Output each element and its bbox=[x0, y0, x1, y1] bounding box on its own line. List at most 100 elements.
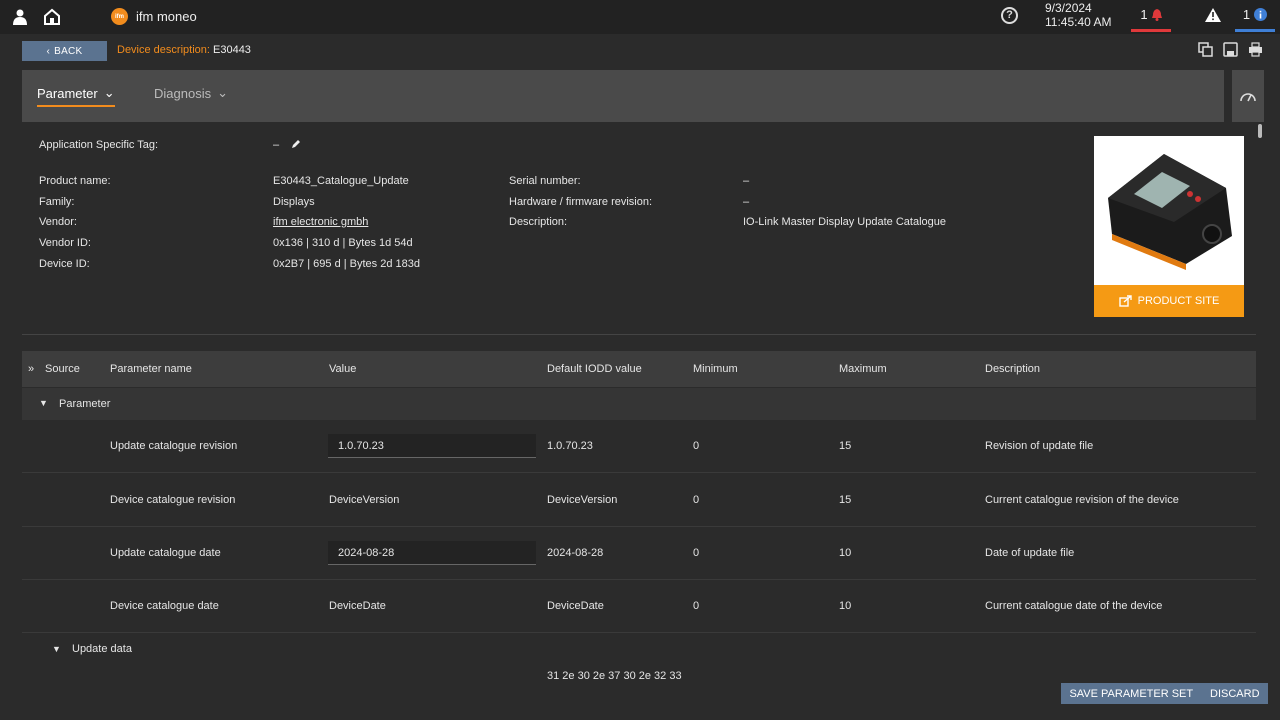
col-value[interactable]: Value bbox=[329, 363, 356, 375]
chevron-left-icon: ‹ bbox=[46, 45, 51, 57]
serial-number-value: – bbox=[743, 175, 750, 187]
device-id-label: Device ID: bbox=[39, 258, 90, 270]
caret-down-icon: ▼ bbox=[52, 644, 61, 654]
param-description: Date of update file bbox=[985, 547, 1075, 559]
table-header: » Source Parameter name Value Default IO… bbox=[22, 351, 1256, 387]
current-value: DeviceDate bbox=[329, 600, 386, 612]
expand-all-icon[interactable]: » bbox=[28, 363, 34, 375]
tab-diagnosis[interactable]: Diagnosis ⌄ bbox=[154, 85, 228, 101]
product-site-label: PRODUCT SITE bbox=[1137, 295, 1220, 307]
footer-actions: SAVE PARAMETER SET DISCARD bbox=[1061, 683, 1268, 704]
value-input[interactable] bbox=[328, 434, 536, 458]
breadcrumb-value: E30443 bbox=[213, 44, 251, 56]
col-parameter-name[interactable]: Parameter name bbox=[110, 363, 192, 375]
param-name: Update catalogue revision bbox=[110, 440, 238, 452]
hw-fw-revision-label: Hardware / firmware revision: bbox=[509, 196, 653, 208]
external-link-icon bbox=[1118, 295, 1132, 307]
back-label: BACK bbox=[54, 45, 83, 57]
info-icon bbox=[1254, 8, 1268, 21]
gauge-icon[interactable] bbox=[1232, 70, 1264, 122]
back-button[interactable]: ‹ BACK bbox=[22, 41, 107, 61]
group-label: Parameter bbox=[59, 398, 111, 410]
table-row: Update catalogue revision 1.0.70.23 0 15… bbox=[22, 420, 1256, 473]
maximum-value: 15 bbox=[839, 494, 852, 506]
app-tag-label: Application Specific Tag: bbox=[39, 139, 159, 151]
breadcrumb-label: Device description: bbox=[117, 44, 210, 56]
scroll-thumb[interactable] bbox=[1258, 124, 1262, 138]
description-value: IO-Link Master Display Update Catalogue bbox=[743, 216, 946, 228]
vendor-label: Vendor: bbox=[39, 216, 77, 228]
minimum-value: 0 bbox=[693, 494, 700, 506]
discard-button[interactable]: DISCARD bbox=[1210, 688, 1260, 700]
app-tag-value: – bbox=[273, 139, 280, 151]
col-source[interactable]: Source bbox=[45, 363, 80, 375]
toolbar bbox=[1198, 42, 1263, 57]
minimum-value: 0 bbox=[693, 600, 700, 612]
chevron-down-icon: ⌄ bbox=[217, 85, 228, 100]
family-label: Family: bbox=[39, 196, 75, 208]
param-description: Current catalogue revision of the device bbox=[985, 494, 1179, 506]
caret-down-icon: ▼ bbox=[39, 398, 48, 408]
save-parameter-set-button[interactable]: SAVE PARAMETER SET bbox=[1069, 688, 1193, 700]
subgroup-label: Update data bbox=[72, 643, 132, 655]
param-name: Update catalogue date bbox=[110, 547, 221, 559]
product-site-button[interactable]: PRODUCT SITE bbox=[1094, 285, 1244, 317]
current-value: DeviceVersion bbox=[329, 494, 400, 506]
datetime: 9/3/2024 11:45:40 AM bbox=[1045, 1, 1112, 29]
alarm-count: 1 bbox=[1140, 7, 1148, 22]
home-icon[interactable] bbox=[41, 6, 63, 28]
breadcrumb: Device description: E30443 bbox=[117, 44, 251, 56]
scrollbar[interactable] bbox=[1258, 124, 1262, 679]
chevron-down-icon: ⌄ bbox=[103, 85, 115, 100]
date-text: 9/3/2024 bbox=[1045, 1, 1092, 15]
info-count: 1 bbox=[1242, 7, 1251, 22]
warning-icon[interactable] bbox=[1205, 8, 1221, 25]
tab-parameter-label: Parameter bbox=[37, 85, 98, 101]
value-input[interactable] bbox=[328, 541, 536, 565]
param-name: Device catalogue revision bbox=[110, 494, 236, 506]
app-logo-text: ifm bbox=[115, 13, 124, 20]
col-description[interactable]: Description bbox=[985, 363, 1040, 375]
col-default[interactable]: Default IODD value bbox=[547, 363, 642, 375]
partial-row-value: 31 2e 30 2e 37 30 2e 32 33 bbox=[547, 671, 682, 679]
app-name: ifm moneo bbox=[136, 9, 197, 24]
hw-fw-revision-value: – bbox=[743, 196, 750, 208]
product-image bbox=[1108, 154, 1232, 270]
vendor-link[interactable]: ifm electronic gmbh bbox=[273, 216, 368, 228]
maximum-value: 10 bbox=[839, 600, 852, 612]
print-icon[interactable] bbox=[1248, 42, 1263, 57]
default-value: DeviceVersion bbox=[547, 494, 618, 506]
vendor-id-label: Vendor ID: bbox=[39, 237, 91, 249]
tab-bar: Parameter ⌄ Diagnosis ⌄ bbox=[22, 70, 1224, 122]
default-value: 1.0.70.23 bbox=[547, 440, 593, 452]
default-value: DeviceDate bbox=[547, 600, 604, 612]
user-icon[interactable] bbox=[9, 6, 31, 28]
maximum-value: 10 bbox=[839, 547, 852, 559]
product-name-label: Product name: bbox=[39, 175, 111, 187]
section-divider bbox=[22, 334, 1256, 335]
vendor-id-value: 0x136 | 310 d | Bytes 1d 54d bbox=[273, 237, 413, 249]
param-description: Current catalogue date of the device bbox=[985, 600, 1163, 612]
table-row: Update catalogue date 2024-08-28 0 10 Da… bbox=[22, 527, 1256, 580]
col-maximum[interactable]: Maximum bbox=[839, 363, 887, 375]
table-row: Device catalogue revision DeviceVersion … bbox=[22, 474, 1256, 527]
group-update-data[interactable]: ▼ Update data bbox=[22, 636, 1256, 666]
save-file-icon[interactable] bbox=[1223, 42, 1238, 57]
maximum-value: 15 bbox=[839, 440, 852, 452]
bell-icon bbox=[1151, 8, 1162, 21]
help-icon[interactable]: ? bbox=[1001, 7, 1018, 24]
tab-parameter[interactable]: Parameter ⌄ bbox=[37, 85, 115, 107]
info-notifications[interactable]: 1 bbox=[1235, 0, 1275, 32]
device-id-value: 0x2B7 | 695 d | Bytes 2d 183d bbox=[273, 258, 420, 270]
copy-icon[interactable] bbox=[1198, 42, 1213, 57]
alarm-notifications[interactable]: 1 bbox=[1131, 0, 1171, 32]
group-parameter[interactable]: ▼ Parameter bbox=[22, 388, 1256, 420]
app-logo: ifm bbox=[111, 8, 128, 25]
edit-icon[interactable] bbox=[291, 139, 301, 152]
param-name: Device catalogue date bbox=[110, 600, 219, 612]
default-value: 2024-08-28 bbox=[547, 547, 604, 559]
param-description: Revision of update file bbox=[985, 440, 1094, 452]
col-minimum[interactable]: Minimum bbox=[693, 363, 738, 375]
tab-diagnosis-label: Diagnosis bbox=[154, 85, 212, 101]
family-value: Displays bbox=[273, 196, 315, 208]
